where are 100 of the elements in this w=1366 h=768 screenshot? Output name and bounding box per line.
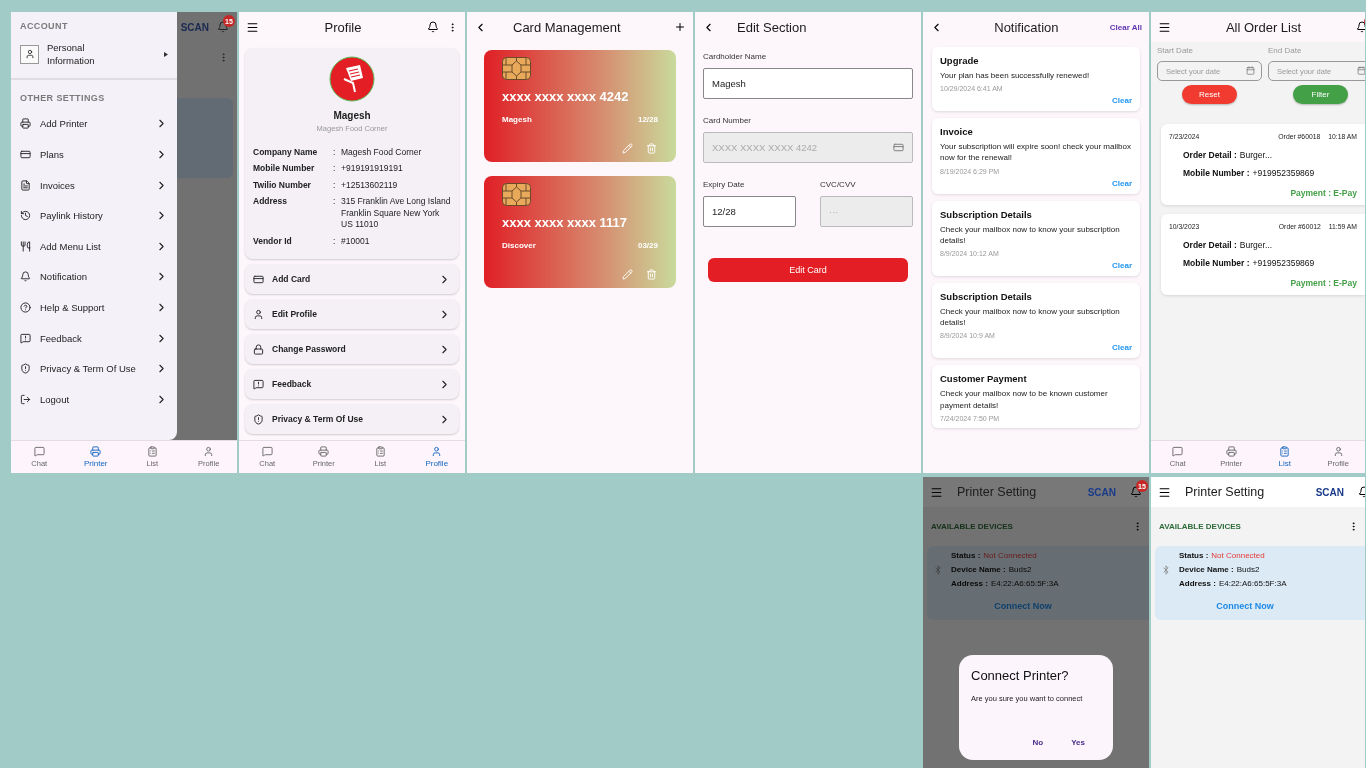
profile-menu-item[interactable]: Change Password <box>245 334 459 365</box>
drawer-item[interactable]: Help & Support <box>11 292 177 323</box>
chip-icon <box>502 183 531 206</box>
profile-menu-item[interactable]: Edit Profile <box>245 299 459 330</box>
shield-icon <box>253 413 264 425</box>
status-label: Status : <box>951 551 981 560</box>
nav-tab[interactable]: Printer <box>67 441 124 473</box>
detail-value: 315 Franklin Ave Long Island Franklin Square New York US 11010 <box>341 196 451 231</box>
personal-information-item[interactable]: Personal Information <box>11 37 177 76</box>
field-label: Expiry Date <box>703 180 746 189</box>
device-name-label: Device Name : <box>1179 565 1234 574</box>
notification-title: Subscription Details <box>940 208 1033 220</box>
detail-label: Address <box>253 196 288 209</box>
profile-menu-item[interactable]: Feedback <box>245 369 459 400</box>
list-icon <box>374 446 386 457</box>
menu-icon[interactable] <box>246 20 259 34</box>
screen-title: All Order List <box>1224 19 1303 35</box>
drawer-item[interactable]: Paylink History <box>11 200 177 231</box>
status-label: Status : <box>1179 551 1209 560</box>
drawer-item[interactable]: Add Printer <box>11 108 177 140</box>
edit-card-button[interactable]: Edit Card <box>708 258 908 282</box>
dialog-button[interactable]: Yes <box>1071 738 1085 747</box>
detail-label: Vendor Id <box>253 235 293 248</box>
profile-menu-item[interactable]: Privacy & Term Of Use <box>245 404 459 435</box>
user-icon <box>203 446 215 457</box>
bell-icon[interactable] <box>427 21 439 33</box>
clear-button[interactable]: Clear <box>1112 260 1132 270</box>
chat-icon <box>33 446 45 457</box>
notification-message: Check your mailbox now to know your subscription details! <box>940 223 1121 246</box>
input-field[interactable]: Magesh <box>703 68 913 99</box>
drawer-item[interactable]: Add Menu List <box>11 230 177 262</box>
nav-tab[interactable]: Profile <box>408 441 465 473</box>
bluetooth-icon <box>1161 564 1171 575</box>
status-value: Not Connected <box>983 551 1037 560</box>
detail-value: Burger... <box>1239 240 1272 250</box>
printer-icon <box>20 118 31 130</box>
detail-value: +12513602119 <box>341 179 399 192</box>
clear-button[interactable]: Clear <box>1112 343 1132 353</box>
clear-button[interactable]: Clear <box>1112 178 1132 188</box>
detail-value: Burger... <box>1239 150 1272 160</box>
bluetooth-icon <box>933 564 943 575</box>
clear-all-button[interactable]: Clear All <box>1109 22 1142 32</box>
add-icon[interactable] <box>674 21 686 33</box>
bell-icon[interactable] <box>1356 21 1365 33</box>
notification-title: Upgrade <box>940 55 980 66</box>
payment-status: Payment : E-Pay <box>1290 188 1357 198</box>
notification-title: Invoice <box>940 126 974 138</box>
screen-title: Profile <box>323 19 363 35</box>
card-number: xxxx xxxx xxxx 1117 <box>502 215 629 230</box>
drawer-item[interactable]: Feedback <box>11 322 177 354</box>
notification-message: Your subscription will expire soon! check your mailbox now for the renewal! <box>940 141 1132 164</box>
logo-icon <box>329 56 375 102</box>
field-label: Cardholder Name <box>703 52 768 61</box>
printer-icon <box>90 446 102 457</box>
section-heading: OTHER SETTINGS <box>19 91 106 105</box>
notification-title: Customer Payment <box>940 373 1028 385</box>
message-alert-icon <box>20 332 31 344</box>
nav-tab[interactable]: List <box>1258 441 1312 473</box>
calendar-icon <box>1357 66 1365 75</box>
message-alert-icon <box>253 378 264 390</box>
card-holder: Discover <box>502 241 536 250</box>
payment-status: Payment : E-Pay <box>1290 278 1357 288</box>
list-icon <box>1279 446 1291 457</box>
dialog-title: Connect Printer? <box>971 668 1070 683</box>
menu-icon[interactable] <box>1158 485 1171 499</box>
user-icon <box>431 446 443 457</box>
notification-title: Subscription Details <box>940 290 1033 302</box>
notification-message: Check your mailbox now to know your subscription details! <box>940 305 1121 329</box>
detail-separator: : <box>333 196 337 209</box>
reset-button[interactable]: Reset <box>1182 85 1237 104</box>
scan-button[interactable]: SCAN <box>1315 486 1344 498</box>
card-icon <box>893 142 904 153</box>
menu-icon[interactable] <box>1158 20 1171 34</box>
drawer-item[interactable]: Invoices <box>11 169 177 201</box>
list-icon <box>146 446 158 457</box>
shield-icon <box>20 363 31 375</box>
profile-menu-item[interactable]: Add Card <box>245 264 459 295</box>
detail-label: Twilio Number <box>253 179 312 192</box>
input-field[interactable]: 12/28 <box>703 196 796 227</box>
bell-icon <box>20 271 31 283</box>
drawer-item[interactable]: Privacy & Term Of Use <box>11 353 177 384</box>
detail-value: Magesh Food Corner <box>341 147 423 159</box>
address-label: Address : <box>951 579 988 588</box>
device-name-label: Device Name : <box>951 565 1006 574</box>
card-expiry: 12/28 <box>637 115 658 124</box>
card-expiry: 03/29 <box>637 241 658 250</box>
dialog-button[interactable]: No <box>1032 738 1044 747</box>
drawer-item[interactable]: Plans <box>11 139 177 170</box>
history-icon <box>20 210 31 222</box>
screen-title: Notification <box>993 19 1060 35</box>
clear-button[interactable]: Clear <box>1112 96 1132 106</box>
drawer-item[interactable]: Logout <box>11 383 177 415</box>
detail-separator: : <box>333 163 337 175</box>
drawer-item[interactable]: Notification <box>11 261 177 293</box>
filter-button[interactable]: Filter <box>1293 85 1348 104</box>
section-heading: AVAILABLE DEVICES <box>931 522 1013 531</box>
address-label: Address : <box>1179 579 1216 588</box>
screen-title: Printer Setting <box>957 485 1038 499</box>
connect-now-button[interactable]: Connect Now <box>1216 601 1274 611</box>
caret-icon <box>164 51 168 57</box>
